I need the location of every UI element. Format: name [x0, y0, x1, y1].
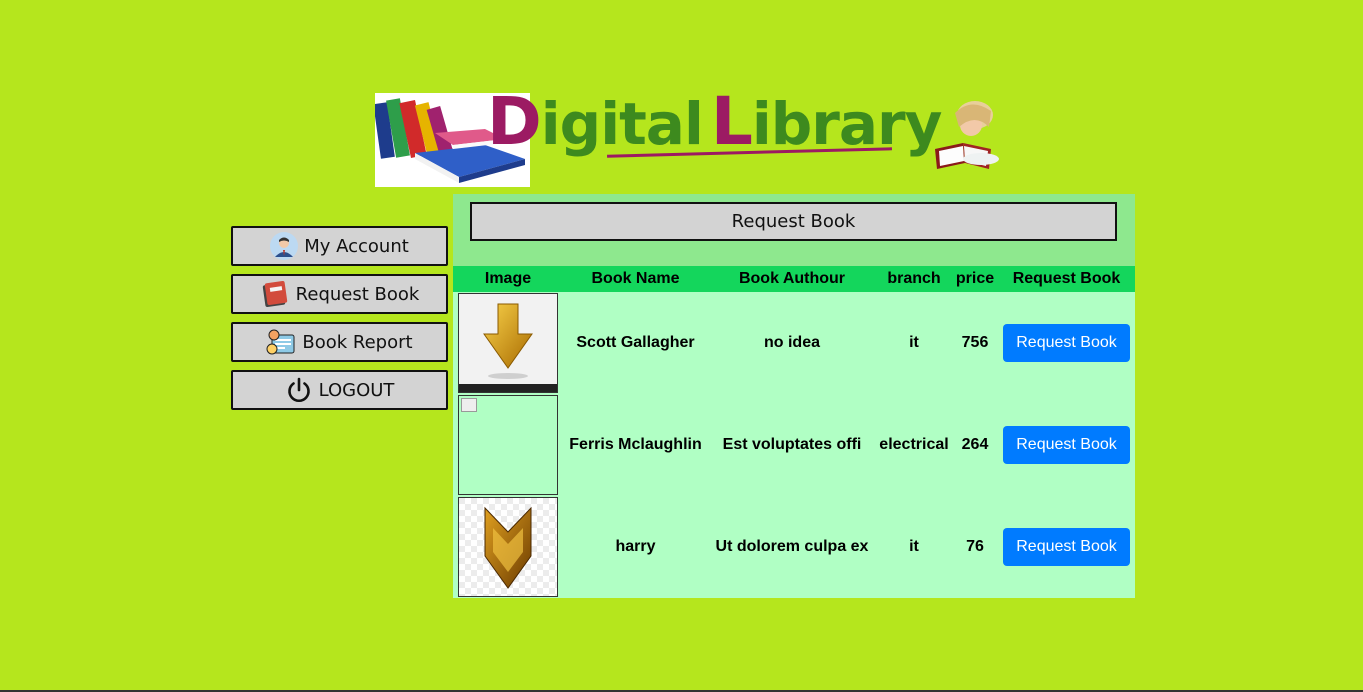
- sidebar-item-label: My Account: [304, 235, 409, 257]
- price-cell: 756: [961, 334, 989, 351]
- table-row: harry Ut dolorem culpa ex it 76 Request …: [453, 496, 1135, 598]
- broken-image: [458, 395, 558, 495]
- sidebar-item-book-report[interactable]: Book Report: [231, 322, 448, 362]
- panel-header: Request Book: [453, 194, 1135, 266]
- sidebar-item-label: Request Book: [295, 283, 420, 305]
- sidebar-item-label: LOGOUT: [318, 379, 395, 401]
- logo-word-igital: igital: [540, 90, 704, 158]
- table-row: Ferris Mclaughlin Est voluptates offi el…: [453, 394, 1135, 496]
- request-book-button[interactable]: Request Book: [1003, 324, 1130, 362]
- table-row: Scott Gallagher no idea it 756 Request B…: [453, 292, 1135, 394]
- request-book-button[interactable]: Request Book: [1003, 528, 1130, 566]
- book-icon: [260, 279, 290, 309]
- gold-down-arrow-image: [458, 293, 558, 393]
- table-header-row: Image Book Name Book Authour branch pric…: [453, 266, 1135, 292]
- user-avatar-icon: [270, 232, 299, 260]
- price-cell: 264: [961, 436, 989, 453]
- logo-letter-d: D: [487, 83, 542, 160]
- branch-cell: electrical: [879, 436, 949, 453]
- column-header-book-author: Book Authour: [738, 270, 846, 287]
- logo-word-ibrary: ibrary: [751, 90, 943, 158]
- book-author-cell: Est voluptates offi: [722, 436, 862, 453]
- logo-letter-l: L: [710, 83, 753, 160]
- column-header-price: price: [955, 270, 995, 287]
- request-book-button[interactable]: Request Book: [1003, 426, 1130, 464]
- column-header-request-book: Request Book: [1012, 270, 1121, 287]
- book-name-cell: Scott Gallagher: [576, 334, 695, 351]
- sidebar-item-logout[interactable]: LOGOUT: [231, 370, 448, 410]
- book-name-cell: Ferris Mclaughlin: [569, 436, 702, 453]
- digital-library-logo: D igital L ibrary: [373, 89, 1003, 187]
- books-table: Image Book Name Book Authour branch pric…: [453, 266, 1135, 598]
- book-author-cell: no idea: [763, 334, 820, 351]
- branch-cell: it: [909, 538, 919, 555]
- branch-cell: it: [909, 334, 919, 351]
- sidebar-item-my-account[interactable]: My Account: [231, 226, 448, 266]
- column-header-image: Image: [484, 270, 532, 287]
- page-title: Request Book: [470, 202, 1117, 241]
- column-header-branch: branch: [887, 270, 941, 287]
- book-name-cell: harry: [615, 538, 656, 555]
- sidebar-item-label: Book Report: [302, 331, 413, 353]
- sidebar-item-request-book[interactable]: Request Book: [231, 274, 448, 314]
- reading-woman-image: [915, 93, 1003, 173]
- sidebar: My Account Request Book Book Report LOGO…: [231, 226, 448, 418]
- price-cell: 76: [966, 538, 984, 555]
- book-author-cell: Ut dolorem culpa ex: [715, 538, 869, 555]
- gold-chevron-image: [458, 497, 558, 597]
- broken-image-icon: [461, 398, 477, 412]
- main-panel: Request Book Image Book Name Book Authou…: [453, 194, 1135, 598]
- report-icon: [266, 327, 296, 357]
- column-header-book-name: Book Name: [591, 270, 680, 287]
- power-icon: [285, 376, 313, 404]
- logo-title: D igital L ibrary: [487, 83, 943, 160]
